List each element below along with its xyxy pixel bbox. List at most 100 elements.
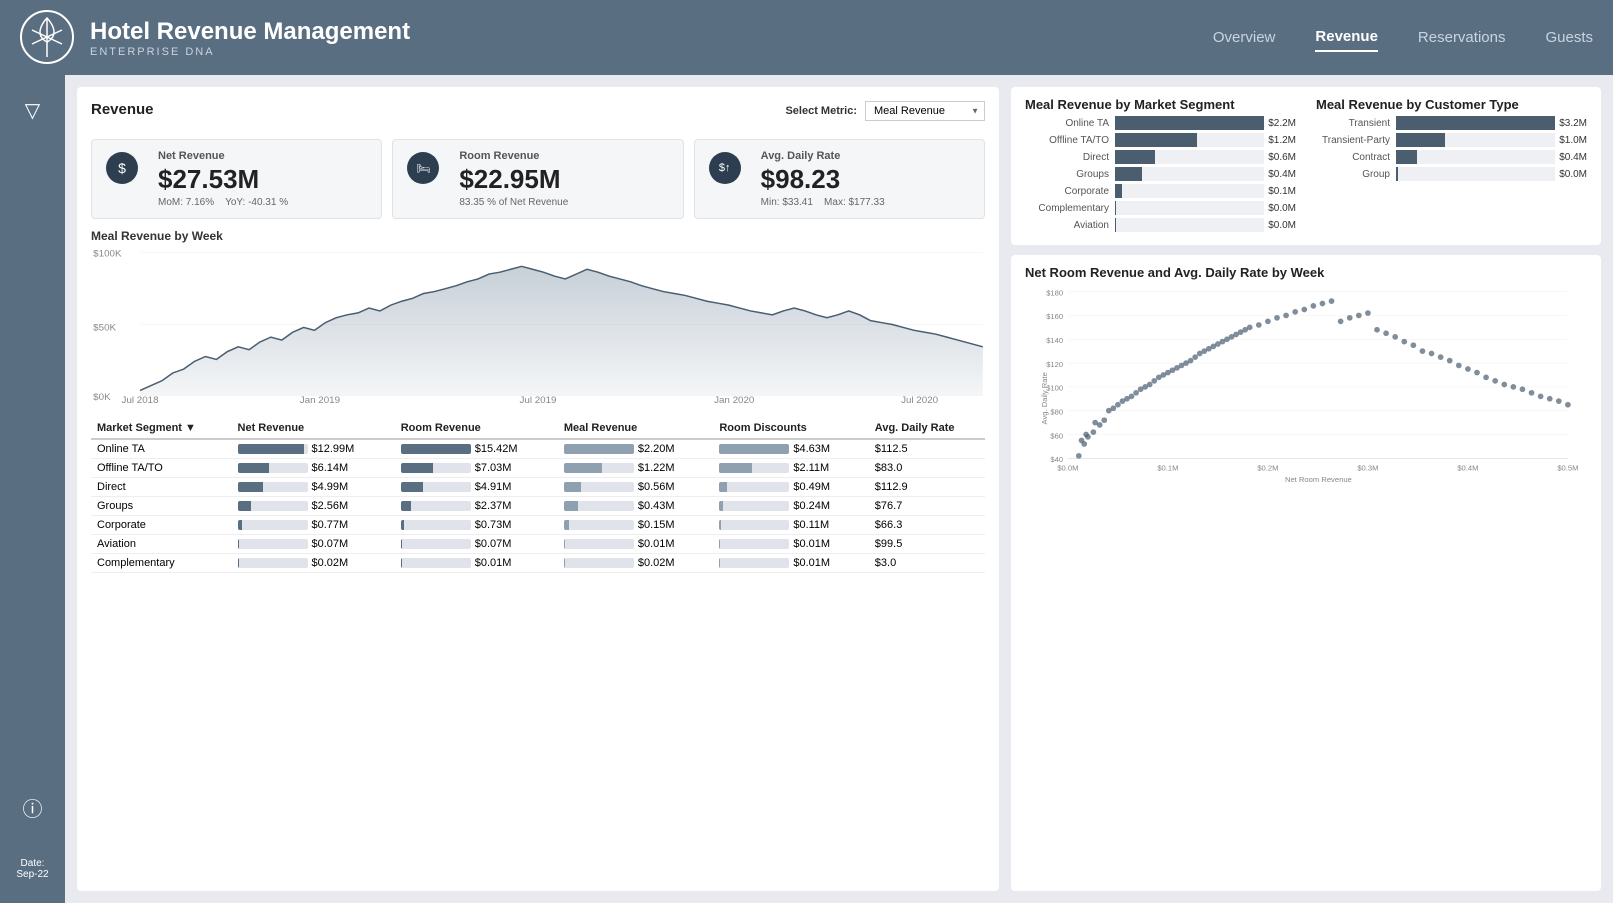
customer-bar-row: Transient $3.2M: [1316, 116, 1587, 130]
cell-segment: Online TA: [91, 439, 232, 459]
svg-text:Jul 2018: Jul 2018: [122, 396, 159, 405]
nav-overview[interactable]: Overview: [1213, 24, 1276, 51]
col-net[interactable]: Net Revenue: [232, 418, 395, 439]
cell-net: $0.02M: [232, 554, 395, 573]
bar-charts-card: Meal Revenue by Market Segment Online TA…: [1011, 87, 1601, 245]
dual-chart-container: Meal Revenue by Market Segment Online TA…: [1025, 97, 1587, 235]
col-adr[interactable]: Avg. Daily Rate: [869, 418, 985, 439]
svg-text:$0.3M: $0.3M: [1357, 464, 1378, 473]
info-icon[interactable]: ⓘ: [15, 785, 51, 830]
nav-reservations[interactable]: Reservations: [1418, 24, 1506, 51]
scatter-point: [1547, 396, 1553, 402]
segment-bars: Online TA $2.2M Offline TA/TO $1.2M Dire…: [1025, 116, 1296, 232]
cell-net: $2.56M: [232, 497, 395, 516]
scatter-point: [1274, 315, 1280, 321]
scatter-point: [1338, 319, 1344, 325]
filter-icon[interactable]: ▽: [17, 90, 48, 131]
segment-bar-row: Online TA $2.2M: [1025, 116, 1296, 130]
scatter-point: [1565, 402, 1571, 408]
kpi-net-revenue: $ Net Revenue $27.53M MoM: 7.16% YoY: -4…: [91, 139, 382, 219]
metric-dropdown-wrapper: Meal Revenue Net Revenue Room Revenue: [865, 101, 985, 121]
sidebar: ▽ ⓘ Date: Sep-22: [0, 75, 65, 903]
cell-disc: $0.11M: [713, 516, 868, 535]
svg-text:$0.1M: $0.1M: [1157, 464, 1178, 473]
app-header: Hotel Revenue Management ENTERPRISE DNA …: [0, 0, 1613, 75]
cell-meal: $0.01M: [558, 535, 713, 554]
scatter-point: [1465, 366, 1471, 372]
svg-text:Avg. Daily Rate: Avg. Daily Rate: [1040, 372, 1049, 424]
svg-text:$60: $60: [1050, 431, 1063, 440]
cell-segment: Complementary: [91, 554, 232, 573]
col-meal[interactable]: Meal Revenue: [558, 418, 713, 439]
main-nav: Overview Revenue Reservations Guests: [1213, 23, 1593, 52]
scatter-point: [1429, 351, 1435, 357]
scatter-point: [1438, 354, 1444, 360]
cell-segment: Offline TA/TO: [91, 459, 232, 478]
scatter-point: [1247, 324, 1253, 330]
scatter-point: [1092, 420, 1098, 426]
scatter-point: [1147, 382, 1153, 388]
scatter-point: [1320, 301, 1326, 307]
svg-text:$50K: $50K: [93, 323, 117, 332]
scatter-point: [1091, 429, 1097, 435]
scatter-point: [1292, 309, 1298, 315]
svg-text:$0.5M: $0.5M: [1557, 464, 1578, 473]
col-segment[interactable]: Market Segment ▼: [91, 418, 232, 439]
scatter-chart-card: Net Room Revenue and Avg. Daily Rate by …: [1011, 255, 1601, 891]
scatter-point: [1283, 313, 1289, 319]
col-room[interactable]: Room Revenue: [395, 418, 558, 439]
sidebar-date: Date: Sep-22: [16, 850, 48, 888]
cell-room: $0.07M: [395, 535, 558, 554]
scatter-point: [1401, 339, 1407, 345]
segment-bar-row: Complementary $0.0M: [1025, 201, 1296, 215]
scatter-chart-wrap: $180 $160 $140 $120 $100 $80 $60 $40 Avg…: [1025, 284, 1587, 484]
kpi-room-content: Room Revenue $22.95M 83.35 % of Net Reve…: [459, 150, 568, 208]
svg-text:Jan 2019: Jan 2019: [300, 396, 340, 405]
content-area: Revenue Select Metric: Meal Revenue Net …: [65, 75, 1613, 903]
cell-meal: $0.02M: [558, 554, 713, 573]
scatter-point: [1374, 327, 1380, 333]
scatter-point: [1101, 417, 1107, 423]
scatter-point: [1083, 432, 1089, 438]
nav-guests[interactable]: Guests: [1545, 24, 1593, 51]
market-segment-table[interactable]: Market Segment ▼ Net Revenue Room Revenu…: [91, 418, 985, 573]
cell-meal: $1.22M: [558, 459, 713, 478]
scatter-point: [1129, 394, 1135, 400]
svg-text:$0K: $0K: [93, 393, 111, 402]
scatter-point: [1076, 453, 1082, 459]
cell-disc: $0.49M: [713, 478, 868, 497]
scatter-point: [1411, 342, 1417, 348]
svg-text:$0.4M: $0.4M: [1457, 464, 1478, 473]
meal-revenue-chart: $100K $50K $0K: [91, 245, 985, 405]
metric-label: Select Metric:: [785, 105, 857, 117]
svg-text:Jul 2019: Jul 2019: [519, 396, 556, 405]
scatter-point: [1301, 307, 1307, 313]
svg-text:$180: $180: [1046, 288, 1063, 297]
metric-select[interactable]: Meal Revenue Net Revenue Room Revenue: [865, 101, 985, 121]
table-row: Groups $2.56M $2.37M $0.43M: [91, 497, 985, 516]
scatter-point: [1483, 374, 1489, 380]
scatter-point: [1192, 354, 1198, 360]
segment-bar-row: Corporate $0.1M: [1025, 184, 1296, 198]
col-disc[interactable]: Room Discounts: [713, 418, 868, 439]
cell-adr: $99.5: [869, 535, 985, 554]
cell-disc: $2.11M: [713, 459, 868, 478]
adr-icon: $↑: [709, 152, 741, 184]
customer-chart-title: Meal Revenue by Customer Type: [1316, 97, 1587, 112]
svg-text:$0.0M: $0.0M: [1057, 464, 1078, 473]
nav-revenue[interactable]: Revenue: [1315, 23, 1378, 52]
cell-segment: Groups: [91, 497, 232, 516]
cell-disc: $0.24M: [713, 497, 868, 516]
customer-bar-row: Contract $0.4M: [1316, 150, 1587, 164]
app-title: Hotel Revenue Management: [90, 18, 1213, 46]
cell-room: $0.73M: [395, 516, 558, 535]
scatter-point: [1133, 390, 1139, 396]
scatter-point: [1511, 384, 1517, 390]
revenue-header: Revenue Select Metric: Meal Revenue Net …: [91, 101, 985, 121]
scatter-point: [1079, 438, 1085, 444]
scatter-point: [1383, 330, 1389, 336]
cell-adr: $112.9: [869, 478, 985, 497]
cell-adr: $83.0: [869, 459, 985, 478]
metric-selector-row: Select Metric: Meal Revenue Net Revenue …: [785, 101, 985, 121]
kpi-adr-content: Avg. Daily Rate $98.23 Min: $33.41 Max: …: [761, 150, 885, 208]
